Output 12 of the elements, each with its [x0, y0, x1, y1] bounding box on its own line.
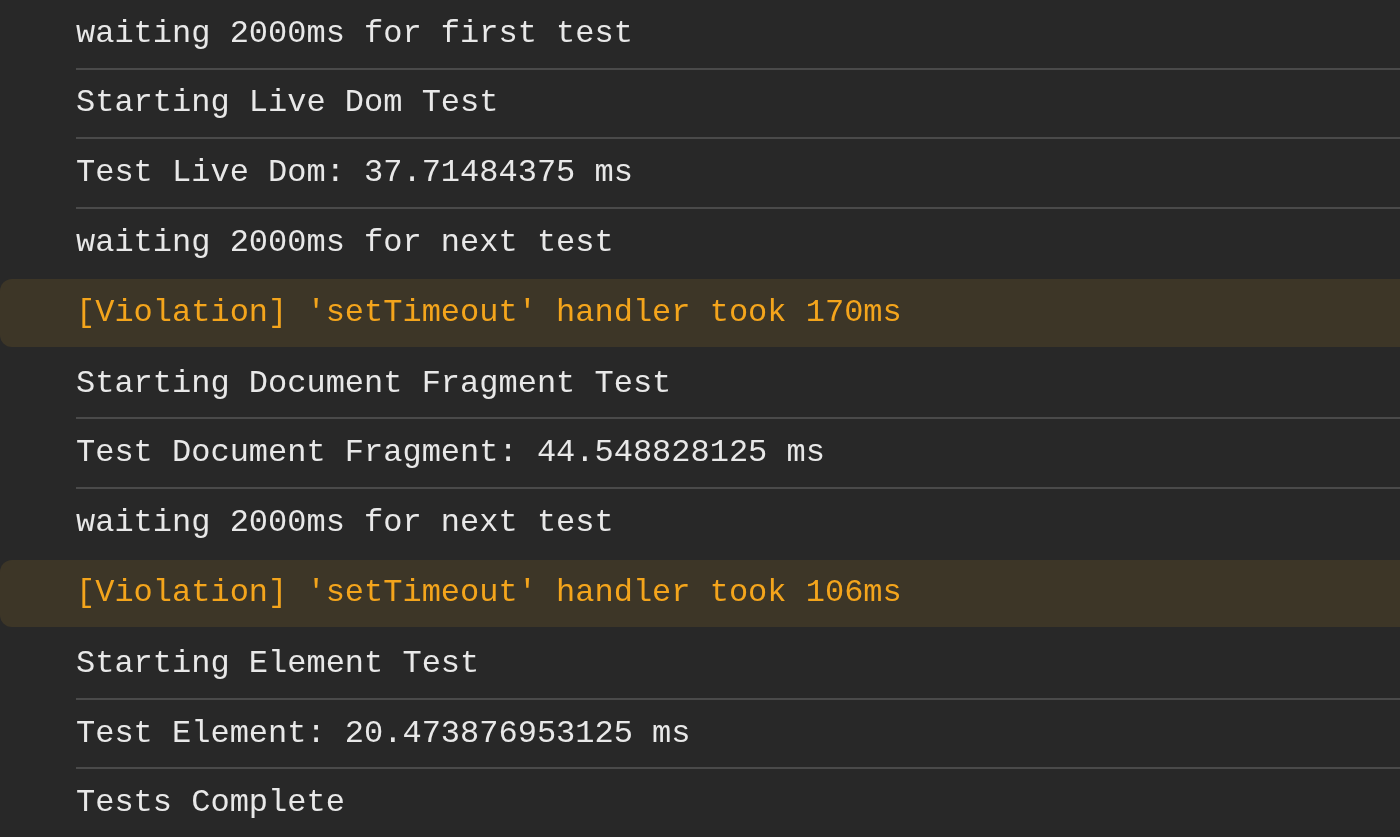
warning-message: [Violation] 'setTimeout' handler took 106ms [76, 573, 902, 614]
log-message: Starting Element Test [76, 644, 480, 684]
log-message: Starting Live Dom Test [76, 83, 499, 124]
log-message: waiting 2000ms for next test [76, 222, 614, 263]
log-message: Test Document Fragment: 44.548828125 ms [76, 433, 825, 474]
log-message: Tests Complete [76, 783, 345, 824]
log-message: waiting 2000ms for first test [76, 13, 633, 54]
log-message: Test Live Dom: 37.71484375 ms [76, 152, 633, 193]
warning-message: [Violation] 'setTimeout' handler took 170ms [76, 293, 902, 334]
log-message: Starting Document Fragment Test [76, 363, 672, 404]
log-message: Test Element: 20.473876953125 ms [76, 713, 691, 754]
log-message: waiting 2000ms for next test [76, 502, 614, 543]
